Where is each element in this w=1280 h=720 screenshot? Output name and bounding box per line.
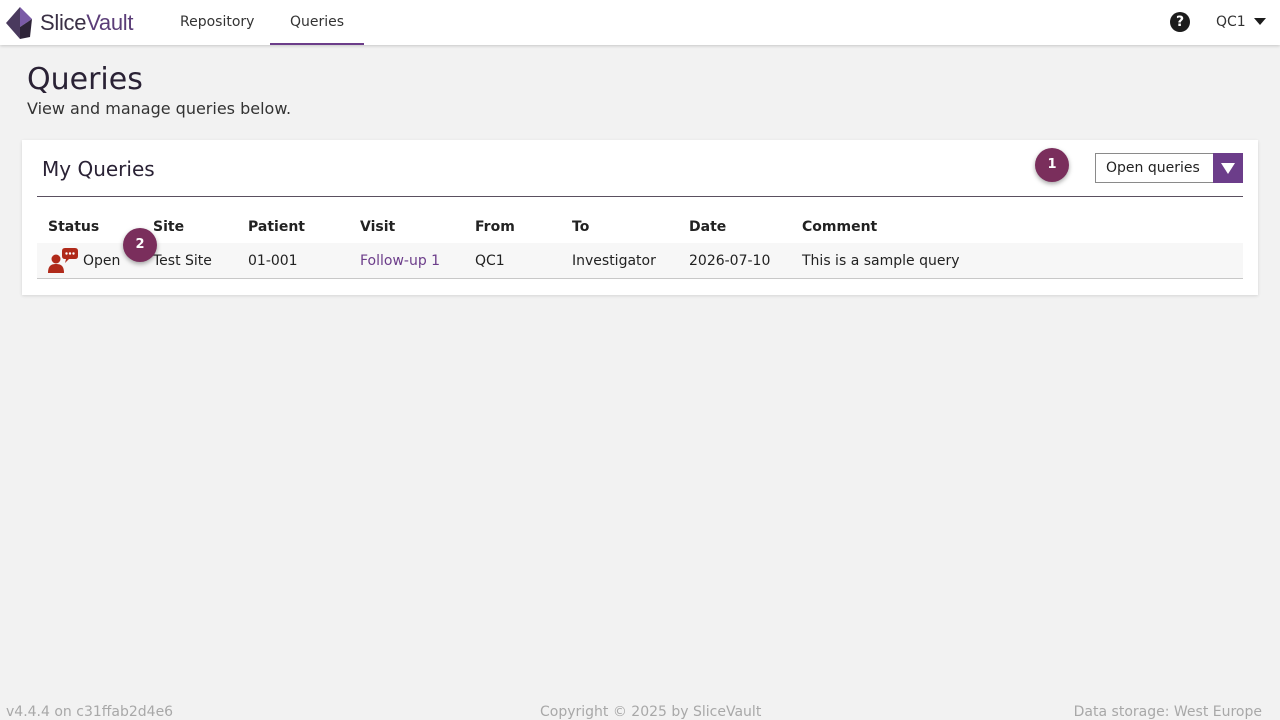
column-header-status[interactable]: Status: [48, 219, 99, 235]
user-name: QC1: [1216, 14, 1246, 30]
cell-from: QC1: [475, 253, 505, 269]
logo-text-slice: Slice: [40, 10, 87, 35]
page-subtitle: View and manage queries below.: [27, 99, 292, 118]
filter-selected-value: Open queries: [1106, 160, 1200, 176]
cell-date: 2026-07-10: [689, 253, 771, 269]
panel-title: My Queries: [42, 157, 155, 181]
column-header-to[interactable]: To: [572, 219, 589, 235]
query-conversation-icon: [48, 248, 78, 273]
nav-repository[interactable]: Repository: [170, 0, 264, 45]
column-header-date[interactable]: Date: [689, 219, 726, 235]
footer-data-storage: Data storage: West Europe: [1073, 704, 1262, 720]
cell-to: Investigator: [572, 253, 656, 269]
logo-text-vault: Vault: [86, 10, 134, 35]
help-icon[interactable]: ?: [1170, 12, 1190, 32]
cell-comment: This is a sample query: [802, 253, 960, 269]
column-header-site[interactable]: Site: [153, 219, 184, 235]
cell-site: Test Site: [153, 253, 212, 269]
cell-patient: 01-001: [248, 253, 298, 269]
step-badge-1: 1: [1035, 148, 1069, 182]
user-menu[interactable]: QC1: [1216, 0, 1266, 45]
dropdown-arrow-icon[interactable]: [1213, 153, 1243, 183]
nav-queries[interactable]: Queries: [270, 0, 365, 45]
cell-status: Open: [83, 253, 121, 269]
column-header-visit[interactable]: Visit: [360, 219, 395, 235]
page-title: Queries: [27, 62, 143, 97]
footer-version: v4.4.4 on c31ffab2d4e6: [6, 704, 174, 720]
my-queries-panel: My Queries Open queries Status Site Pati…: [22, 140, 1258, 295]
footer-copyright: Copyright © 2025 by SliceVault: [540, 704, 762, 720]
slicevault-logo-icon: [6, 7, 32, 39]
slicevault-logo[interactable]: SliceVault: [4, 5, 134, 41]
column-header-comment[interactable]: Comment: [802, 219, 877, 235]
top-navbar: SliceVault Repository Queries ? QC1: [0, 0, 1280, 45]
logo-text: SliceVault: [40, 10, 134, 36]
chevron-down-icon: [1253, 17, 1266, 25]
panel-divider: [37, 196, 1243, 197]
query-filter-dropdown[interactable]: Open queries: [1095, 153, 1243, 183]
column-header-patient[interactable]: Patient: [248, 219, 305, 235]
step-badge-2: 2: [123, 228, 157, 262]
cell-visit-link[interactable]: Follow-up 1: [360, 253, 440, 269]
column-header-from[interactable]: From: [475, 219, 515, 235]
